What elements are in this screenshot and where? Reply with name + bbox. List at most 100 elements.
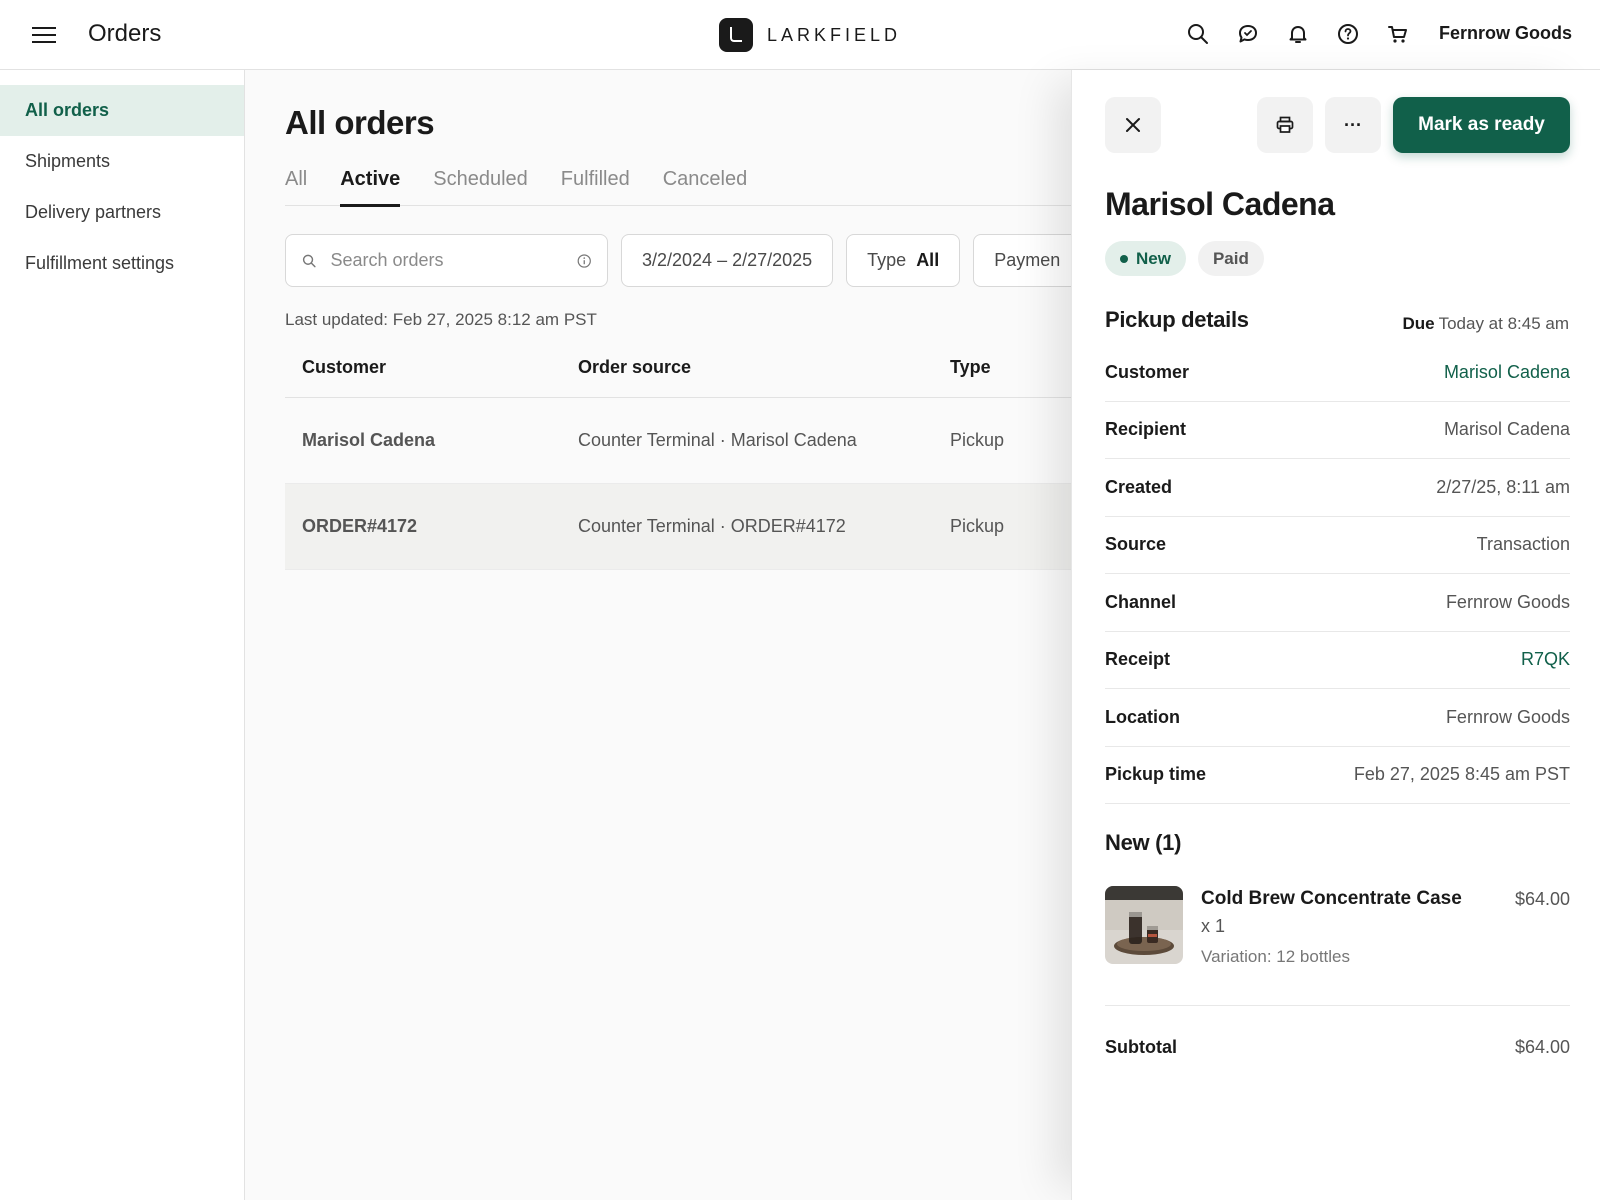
detail-label: Recipient: [1105, 419, 1187, 440]
detail-label: Source: [1105, 534, 1167, 555]
pickup-details-list: Customer Marisol Cadena Recipient Mariso…: [1105, 344, 1570, 804]
detail-value: Transaction: [1476, 534, 1570, 555]
detail-label: Pickup time: [1105, 764, 1207, 785]
filter-bar: 3/2/2024 – 2/27/2025 Type All Paymen: [285, 234, 1071, 287]
detail-value: 2/27/25, 8:11 am: [1436, 476, 1570, 497]
brand-name: LARKFIELD: [767, 24, 902, 45]
row-order-source: Counter Terminal · Marisol Cadena: [578, 430, 857, 450]
search-input[interactable]: [330, 250, 563, 271]
detail-label: Receipt: [1105, 649, 1171, 670]
detail-value: Marisol Cadena: [1443, 419, 1570, 440]
detail-label: Location: [1105, 706, 1180, 727]
column-header-type[interactable]: Type: [950, 357, 1071, 378]
table-row-selected[interactable]: ORDER#4172 Counter Terminal · ORDER#4172…: [285, 484, 1071, 570]
mark-as-ready-button[interactable]: Mark as ready: [1393, 97, 1570, 153]
payment-filter-label: Paymen: [994, 250, 1061, 270]
payment-filter[interactable]: Paymen: [973, 234, 1071, 287]
row-customer: Marisol Cadena: [302, 430, 436, 450]
detail-row-created: Created 2/27/25, 8:11 am: [1105, 459, 1570, 517]
help-icon[interactable]: [1334, 20, 1362, 48]
detail-value: Fernrow Goods: [1445, 591, 1570, 612]
brand-mark-icon: [719, 18, 753, 52]
type-filter-label: Type: [867, 250, 907, 270]
sidebar-item-delivery-partners[interactable]: Delivery partners: [0, 187, 244, 238]
brand-logo[interactable]: LARKFIELD: [719, 18, 901, 52]
sidebar-item-fulfillment-settings[interactable]: Fulfillment settings: [0, 238, 244, 289]
status-badge-new: New: [1105, 241, 1186, 276]
print-button[interactable]: [1257, 97, 1313, 153]
tab-all[interactable]: All: [285, 166, 307, 206]
tab-canceled[interactable]: Canceled: [663, 166, 748, 206]
detail-label: Channel: [1105, 591, 1177, 612]
sidebar-item-all-orders[interactable]: All orders: [0, 85, 244, 136]
top-icons: [1184, 20, 1412, 48]
table-header: Customer Order source Type: [285, 338, 1071, 398]
tab-active[interactable]: Active: [340, 166, 401, 207]
status-tabs: All Active Scheduled Fulfilled Canceled: [285, 166, 1071, 207]
product-thumbnail: [1105, 886, 1183, 964]
column-header-order-source[interactable]: Order source: [578, 357, 950, 378]
detail-value: Feb 27, 2025 8:45 am PST: [1353, 764, 1570, 785]
detail-row-customer: Customer Marisol Cadena: [1105, 344, 1570, 402]
row-customer: ORDER#4172: [302, 516, 418, 536]
receipt-link[interactable]: R7QK: [1521, 649, 1570, 670]
type-filter-value: All: [916, 250, 940, 270]
subtotal-row: Subtotal $64.00: [1105, 1037, 1570, 1058]
search-icon: [302, 254, 316, 267]
due-label: Due: [1402, 314, 1435, 333]
due-value: Today at 8:45 am: [1438, 314, 1569, 333]
item-quantity: x 1: [1201, 916, 1226, 936]
detail-row-receipt: Receipt R7QK: [1105, 632, 1570, 689]
item-name: Cold Brew Concentrate Case: [1201, 888, 1462, 909]
customer-name-heading: Marisol Cadena: [1105, 186, 1335, 222]
status-badges: New Paid: [1105, 241, 1264, 276]
customer-link[interactable]: Marisol Cadena: [1444, 362, 1570, 383]
close-button[interactable]: [1105, 97, 1161, 153]
item-price: $64.00: [1514, 889, 1570, 909]
last-updated: Last updated: Feb 27, 2025 8:12 am PST: [285, 310, 597, 329]
due-time: Due Today at 8:45 am: [1402, 314, 1569, 334]
type-filter[interactable]: Type All: [846, 234, 961, 287]
item-variation: Variation: 12 bottles: [1201, 947, 1350, 966]
more-options-button[interactable]: ···: [1325, 97, 1381, 153]
row-type: Pickup: [950, 430, 1005, 450]
search-box: [285, 234, 608, 287]
status-badge-paid: Paid: [1197, 241, 1264, 276]
sidebar-item-shipments[interactable]: Shipments: [0, 136, 244, 187]
printer-icon: [1276, 116, 1294, 133]
detail-row-recipient: Recipient Marisol Cadena: [1105, 402, 1570, 459]
items-section-title: New (1): [1105, 830, 1182, 855]
sidebar: All orders Shipments Delivery partners F…: [0, 70, 245, 1200]
date-range-value: 3/2/2024 – 2/27/2025: [642, 250, 813, 270]
row-order-source: Counter Terminal · ORDER#4172: [578, 516, 846, 536]
row-type: Pickup: [950, 516, 1005, 536]
orders-table: Customer Order source Type Marisol Caden…: [285, 338, 1071, 570]
orders-main: All orders All Active Scheduled Fulfille…: [245, 70, 1071, 1200]
table-row[interactable]: Marisol Cadena Counter Terminal · Mariso…: [285, 398, 1071, 484]
cart-icon[interactable]: [1384, 20, 1412, 48]
order-detail-panel: ··· Mark as ready Marisol Cadena New Pai…: [1071, 70, 1600, 1200]
app-title: Orders: [88, 20, 162, 47]
column-header-customer[interactable]: Customer: [285, 357, 578, 378]
bell-icon[interactable]: [1284, 20, 1312, 48]
search-icon[interactable]: [1184, 20, 1212, 48]
detail-row-channel: Channel Fernrow Goods: [1105, 574, 1570, 632]
tab-scheduled[interactable]: Scheduled: [433, 166, 528, 206]
hamburger-menu-icon[interactable]: [30, 22, 58, 48]
page-title: All orders: [285, 104, 435, 141]
detail-row-source: Source Transaction: [1105, 517, 1570, 574]
info-icon[interactable]: [577, 252, 592, 270]
date-range-filter[interactable]: 3/2/2024 – 2/27/2025: [621, 234, 834, 287]
tab-fulfilled[interactable]: Fulfilled: [561, 166, 630, 206]
line-item[interactable]: Cold Brew Concentrate Case x 1 Variation…: [1105, 886, 1570, 1006]
subtotal-value: $64.00: [1514, 1037, 1570, 1057]
detail-row-location: Location Fernrow Goods: [1105, 689, 1570, 747]
detail-row-pickup-time: Pickup time Feb 27, 2025 8:45 am PST: [1105, 747, 1570, 804]
top-bar: Orders LARKFIELD Fernrow Goods: [0, 0, 1600, 70]
close-icon: [1126, 118, 1140, 132]
pickup-details-title: Pickup details: [1105, 307, 1249, 332]
merchant-name[interactable]: Fernrow Goods: [1439, 23, 1572, 44]
detail-value: Fernrow Goods: [1445, 706, 1570, 727]
detail-label: Customer: [1105, 361, 1190, 382]
chat-icon[interactable]: [1234, 20, 1262, 48]
